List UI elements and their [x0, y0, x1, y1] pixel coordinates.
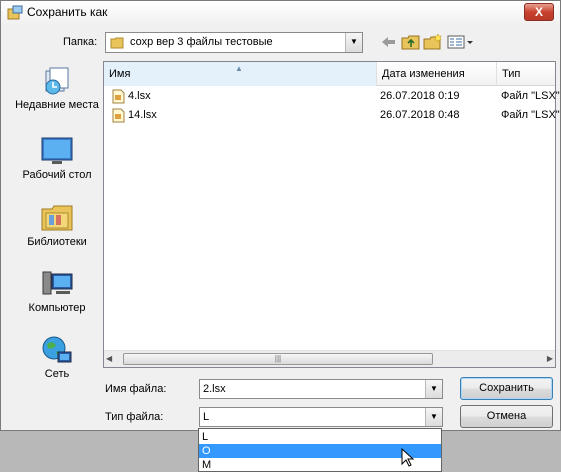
- save-button[interactable]: Сохранить: [460, 377, 553, 400]
- file-icon: [112, 89, 125, 104]
- computer-icon: [42, 271, 73, 295]
- lookin-dropdown[interactable]: сохр вер 3 файлы тестовые ▼: [105, 32, 363, 53]
- filename-label: Имя файла:: [105, 383, 167, 395]
- lookin-value: сохр вер 3 файлы тестовые: [130, 36, 273, 48]
- column-header: ▲ Имя Дата изменения Тип: [104, 62, 555, 86]
- file-type: Файл "LSX": [501, 90, 560, 102]
- chevron-down-icon[interactable]: ▼: [425, 408, 442, 426]
- scroll-right-icon[interactable]: ▶: [547, 354, 553, 363]
- sort-up-icon: ▲: [235, 64, 243, 73]
- horizontal-scrollbar[interactable]: ◀ ||| ▶: [104, 350, 555, 367]
- filetype-value: L: [203, 411, 210, 423]
- file-row[interactable]: 14.lsx 26.07.2018 0:48 Файл "LSX": [104, 106, 560, 125]
- filetype-label: Тип файла:: [105, 411, 164, 423]
- file-row[interactable]: 4.lsx 26.07.2018 0:19 Файл "LSX": [104, 87, 560, 106]
- up-folder-icon[interactable]: [400, 32, 422, 52]
- column-name[interactable]: ▲ Имя: [104, 62, 377, 86]
- places-bar: Недавние места Рабочий стол Библиотеки К…: [12, 61, 102, 392]
- recent-places-icon: [45, 67, 69, 95]
- cancel-button[interactable]: Отмена: [460, 405, 553, 428]
- file-icon: [112, 108, 125, 123]
- scroll-thumb[interactable]: |||: [123, 353, 433, 365]
- place-label: Библиотеки: [27, 236, 87, 248]
- libraries-icon: [41, 205, 73, 231]
- filename-field[interactable]: 2.lsx ▼: [199, 379, 443, 399]
- file-type: Файл "LSX": [501, 109, 560, 121]
- save-as-dialog: Сохранить как X Папка: сохр вер 3 файлы …: [0, 0, 561, 431]
- file-list[interactable]: ▲ Имя Дата изменения Тип 4.lsx 26.07.201…: [103, 61, 560, 368]
- window-title: Сохранить как: [27, 5, 108, 19]
- place-label: Рабочий стол: [22, 169, 92, 181]
- column-type[interactable]: Тип: [497, 62, 555, 86]
- chevron-down-icon[interactable]: ▼: [425, 380, 442, 398]
- file-date: 26.07.2018 0:48: [380, 109, 460, 121]
- filetype-select[interactable]: L ▼: [199, 407, 443, 427]
- save-dialog-icon: [7, 5, 23, 20]
- view-menu-icon[interactable]: [446, 32, 474, 52]
- place-label: Недавние места: [15, 99, 99, 111]
- chevron-down-icon[interactable]: ▼: [345, 33, 362, 52]
- new-folder-icon[interactable]: [422, 32, 444, 52]
- folder-icon: [110, 37, 124, 49]
- file-name: 4.lsx: [128, 90, 151, 102]
- network-icon: [42, 336, 72, 363]
- title-bar: Сохранить как X: [1, 1, 560, 25]
- place-recent[interactable]: Недавние места: [12, 65, 102, 112]
- file-date: 26.07.2018 0:19: [380, 90, 460, 102]
- mouse-cursor-icon: [401, 448, 415, 467]
- column-date[interactable]: Дата изменения: [377, 62, 497, 86]
- lookin-label: Папка:: [63, 36, 98, 48]
- place-label: Сеть: [44, 368, 70, 380]
- place-desktop[interactable]: Рабочий стол: [12, 135, 102, 182]
- place-libraries[interactable]: Библиотеки: [12, 202, 102, 249]
- place-computer[interactable]: Компьютер: [12, 268, 102, 315]
- place-network[interactable]: Сеть: [12, 334, 102, 381]
- close-button[interactable]: X: [524, 3, 554, 21]
- filename-value: 2.lsx: [203, 383, 226, 395]
- desktop-icon: [41, 137, 73, 164]
- scroll-left-icon[interactable]: ◀: [106, 354, 112, 363]
- place-label: Компьютер: [28, 302, 86, 314]
- back-arrow-icon[interactable]: [378, 32, 400, 52]
- filetype-option[interactable]: L: [199, 430, 441, 444]
- file-name: 14.lsx: [128, 109, 157, 121]
